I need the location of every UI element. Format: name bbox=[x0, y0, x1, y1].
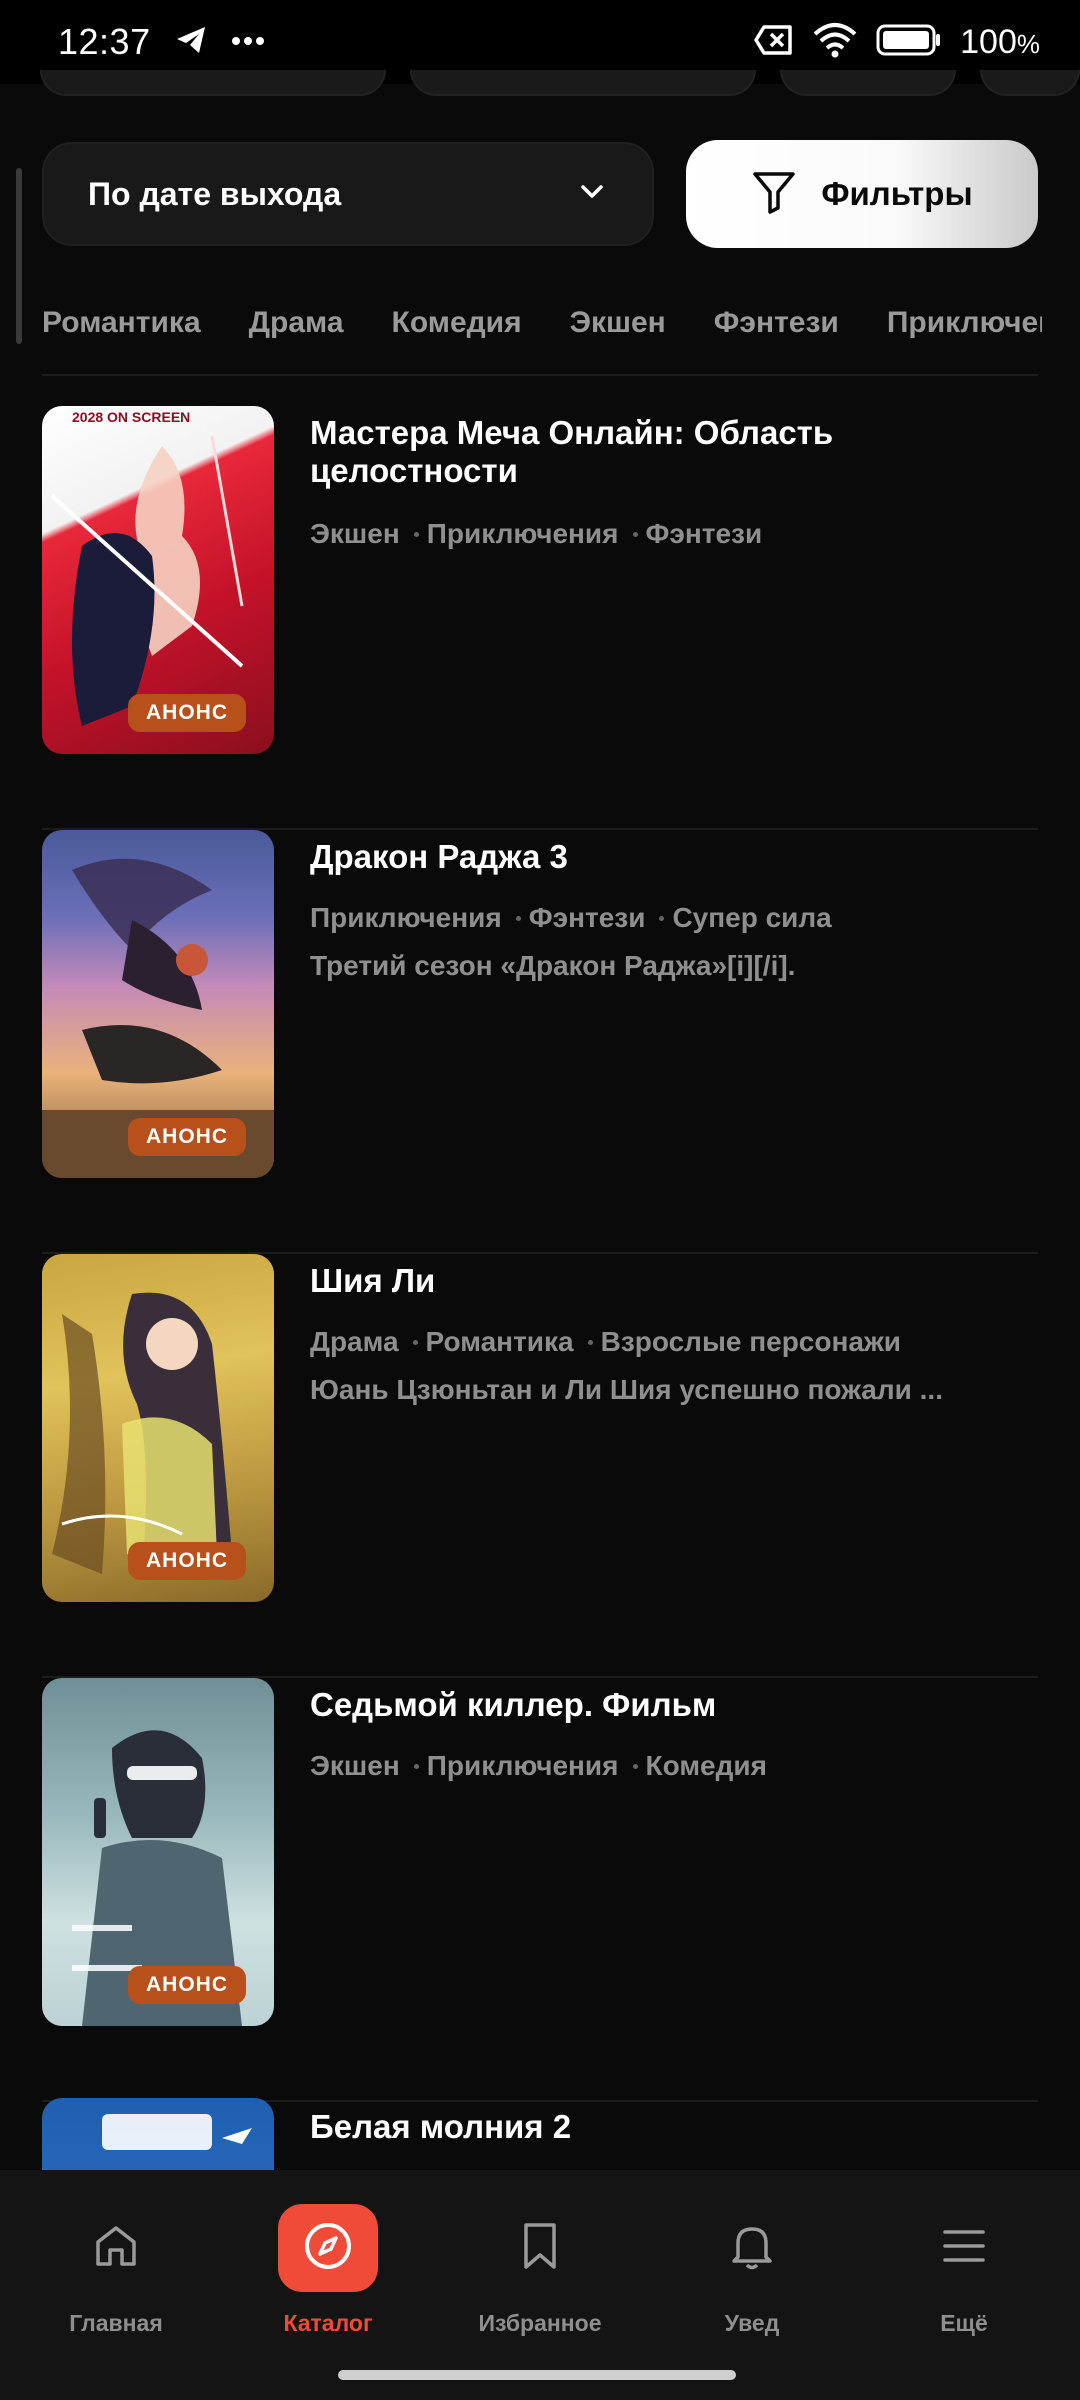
tag: Романтика bbox=[425, 1326, 574, 1357]
announce-badge: АНОНС bbox=[128, 694, 246, 732]
list-item[interactable]: АНОНС Дракон Раджа 3 Приключения Фэнтези… bbox=[42, 830, 1038, 1254]
tag-separator bbox=[587, 1339, 593, 1345]
nav-items: Главная Каталог Избранное Увед Ещё bbox=[0, 2170, 1080, 2337]
poster-image: АНОНС bbox=[42, 1678, 274, 2026]
nav-icon-wrap bbox=[278, 2204, 378, 2292]
item-tags: Экшен Приключения Комедия bbox=[310, 1750, 767, 1782]
sort-dropdown[interactable]: По дате выхода bbox=[42, 142, 654, 246]
list-item[interactable]: 2028 ON SCREEN АНОНС Мастера Меча Онлайн… bbox=[42, 406, 1038, 830]
bell-icon bbox=[728, 2221, 776, 2276]
nav-label: Ещё bbox=[940, 2310, 988, 2336]
tag-separator bbox=[413, 531, 419, 537]
sort-label: По дате выхода bbox=[88, 175, 342, 212]
battery-percent: 100% bbox=[960, 23, 1040, 62]
nav-icon-wrap bbox=[66, 2204, 166, 2292]
menu-icon bbox=[941, 2226, 987, 2271]
poster-caption: 2028 ON SCREEN bbox=[72, 409, 190, 425]
announce-badge: АНОНС bbox=[128, 1542, 246, 1580]
battery-icon bbox=[876, 24, 942, 61]
tag: Приключения bbox=[426, 518, 619, 549]
tag: Комедия bbox=[645, 1750, 767, 1781]
nav-label: Избранное bbox=[478, 2310, 602, 2336]
tag-separator bbox=[659, 915, 665, 921]
nav-icon-wrap bbox=[702, 2204, 802, 2292]
wifi-icon bbox=[812, 22, 858, 63]
divider bbox=[42, 374, 1038, 376]
announce-badge: АНОНС bbox=[128, 1118, 246, 1156]
genre-tab-comedy[interactable]: Комедия bbox=[392, 306, 522, 356]
nav-icon-wrap bbox=[490, 2204, 590, 2292]
nav-label: Главная bbox=[69, 2310, 163, 2336]
item-title[interactable]: Седьмой киллер. Фильм bbox=[310, 1686, 1010, 1724]
tag: Фэнтези bbox=[645, 518, 763, 549]
compass-icon bbox=[302, 2220, 354, 2277]
genre-tab-action[interactable]: Экшен bbox=[570, 306, 666, 356]
item-tags: Драма Романтика Взрослые персонажи bbox=[310, 1326, 901, 1358]
home-indicator[interactable] bbox=[338, 2370, 736, 2380]
genre-tab-fantasy[interactable]: Фэнтези bbox=[714, 306, 839, 356]
battery-unit: % bbox=[1016, 28, 1040, 59]
item-tags: Экшен Приключения Фэнтези bbox=[310, 518, 762, 550]
filter-icon bbox=[751, 170, 797, 219]
item-title[interactable]: Шия Ли bbox=[310, 1262, 1010, 1300]
tag: Экшен bbox=[310, 1750, 400, 1781]
nav-icon-wrap bbox=[914, 2204, 1014, 2292]
genre-chip-peek[interactable] bbox=[40, 70, 386, 96]
nav-notifications[interactable]: Увед bbox=[652, 2204, 852, 2337]
poster-image bbox=[42, 2098, 274, 2170]
status-left: 12:37 bbox=[58, 21, 265, 63]
tag-separator bbox=[632, 531, 638, 537]
bottom-nav: Главная Каталог Избранное Увед Ещё bbox=[0, 2170, 1080, 2400]
announce-badge: АНОНС bbox=[128, 1966, 246, 2004]
item-description: Юань Цзюньтан и Ли Шия успешно пожали ..… bbox=[310, 1374, 943, 1405]
list-item[interactable]: АНОНС Шия Ли Драма Романтика Взрослые пе… bbox=[42, 1254, 1038, 1678]
tag: Экшен bbox=[310, 518, 400, 549]
bookmark-icon bbox=[518, 2221, 562, 2276]
list-item[interactable]: АНОНС Седьмой киллер. Фильм Экшен Приклю… bbox=[42, 1678, 1038, 2102]
battery-value: 100 bbox=[960, 22, 1017, 61]
genre-chip-peek[interactable] bbox=[410, 70, 756, 96]
status-time: 12:37 bbox=[58, 21, 151, 62]
poster-image: АНОНС bbox=[42, 1254, 274, 1602]
item-description: Третий сезон «Дракон Раджа»[i][/i]. bbox=[310, 950, 796, 981]
sim-off-icon bbox=[754, 24, 794, 61]
filters-label: Фильтры bbox=[821, 175, 973, 212]
tag: Супер сила bbox=[672, 902, 832, 933]
nav-more[interactable]: Ещё bbox=[864, 2204, 1064, 2337]
tag: Фэнтези bbox=[528, 902, 646, 933]
item-title[interactable]: Белая молния 2 bbox=[310, 2108, 1010, 2146]
telegram-icon bbox=[175, 25, 207, 60]
nav-home[interactable]: Главная bbox=[16, 2204, 216, 2337]
tag-separator bbox=[515, 915, 521, 921]
tag: Приключения bbox=[426, 1750, 619, 1781]
tag-separator bbox=[412, 1339, 418, 1345]
genre-tab-romance[interactable]: Романтика bbox=[42, 306, 201, 356]
filters-button[interactable]: Фильтры bbox=[686, 140, 1038, 248]
item-tags: Приключения Фэнтези Супер сила bbox=[310, 902, 832, 934]
chevron-down-icon bbox=[580, 184, 604, 205]
tag: Драма bbox=[310, 1326, 399, 1357]
tag-separator bbox=[632, 1763, 638, 1769]
list-item[interactable]: Белая молния 2 bbox=[42, 2098, 1038, 2170]
item-title[interactable]: Мастера Меча Онлайн: Область целостности bbox=[310, 414, 1010, 490]
nav-favorites[interactable]: Избранное bbox=[440, 2204, 640, 2337]
scroll-indicator[interactable] bbox=[16, 168, 22, 344]
home-icon bbox=[92, 2222, 140, 2275]
poster-image: АНОНС bbox=[42, 830, 274, 1178]
nav-label: Каталог bbox=[283, 2310, 373, 2336]
tag: Взрослые персонажи bbox=[600, 1326, 902, 1357]
genre-chip-peek[interactable] bbox=[980, 70, 1080, 96]
poster-image: 2028 ON SCREEN АНОНС bbox=[42, 406, 274, 754]
nav-catalog[interactable]: Каталог bbox=[228, 2204, 428, 2337]
status-right: 100% bbox=[754, 22, 1040, 63]
tag-separator bbox=[413, 1763, 419, 1769]
genre-tab-drama[interactable]: Драма bbox=[249, 306, 344, 356]
genre-tab-adventure[interactable]: Приключения bbox=[887, 306, 1042, 356]
nav-label: Увед bbox=[724, 2310, 780, 2336]
more-notifications-icon bbox=[231, 33, 265, 51]
item-title[interactable]: Дракон Раджа 3 bbox=[310, 838, 1010, 876]
genre-chip-peek[interactable] bbox=[780, 70, 956, 96]
genre-tabs: Романтика Драма Комедия Экшен Фэнтези Пр… bbox=[42, 306, 1042, 356]
tag: Приключения bbox=[310, 902, 502, 933]
